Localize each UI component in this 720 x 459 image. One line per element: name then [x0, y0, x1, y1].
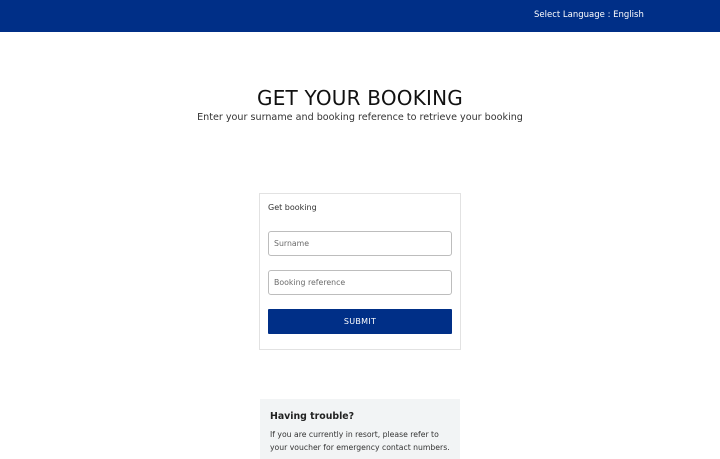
page-title: GET YOUR BOOKING [257, 86, 463, 110]
help-text: If you are currently in resort, please r… [270, 430, 450, 452]
submit-button[interactable]: SUBMIT [268, 309, 452, 334]
page-subtitle: Enter your surname and booking reference… [197, 112, 523, 123]
booking-reference-input[interactable] [268, 270, 452, 295]
form-title: Get booking [268, 203, 317, 212]
help-title: Having trouble? [270, 411, 355, 422]
get-booking-form: Get booking SUBMIT [259, 193, 461, 350]
surname-input[interactable] [268, 231, 452, 256]
language-selector[interactable]: Select Language : English [534, 10, 644, 20]
help-panel: Having trouble? If you are currently in … [260, 399, 460, 459]
top-header-bar: Select Language : English [0, 0, 720, 32]
